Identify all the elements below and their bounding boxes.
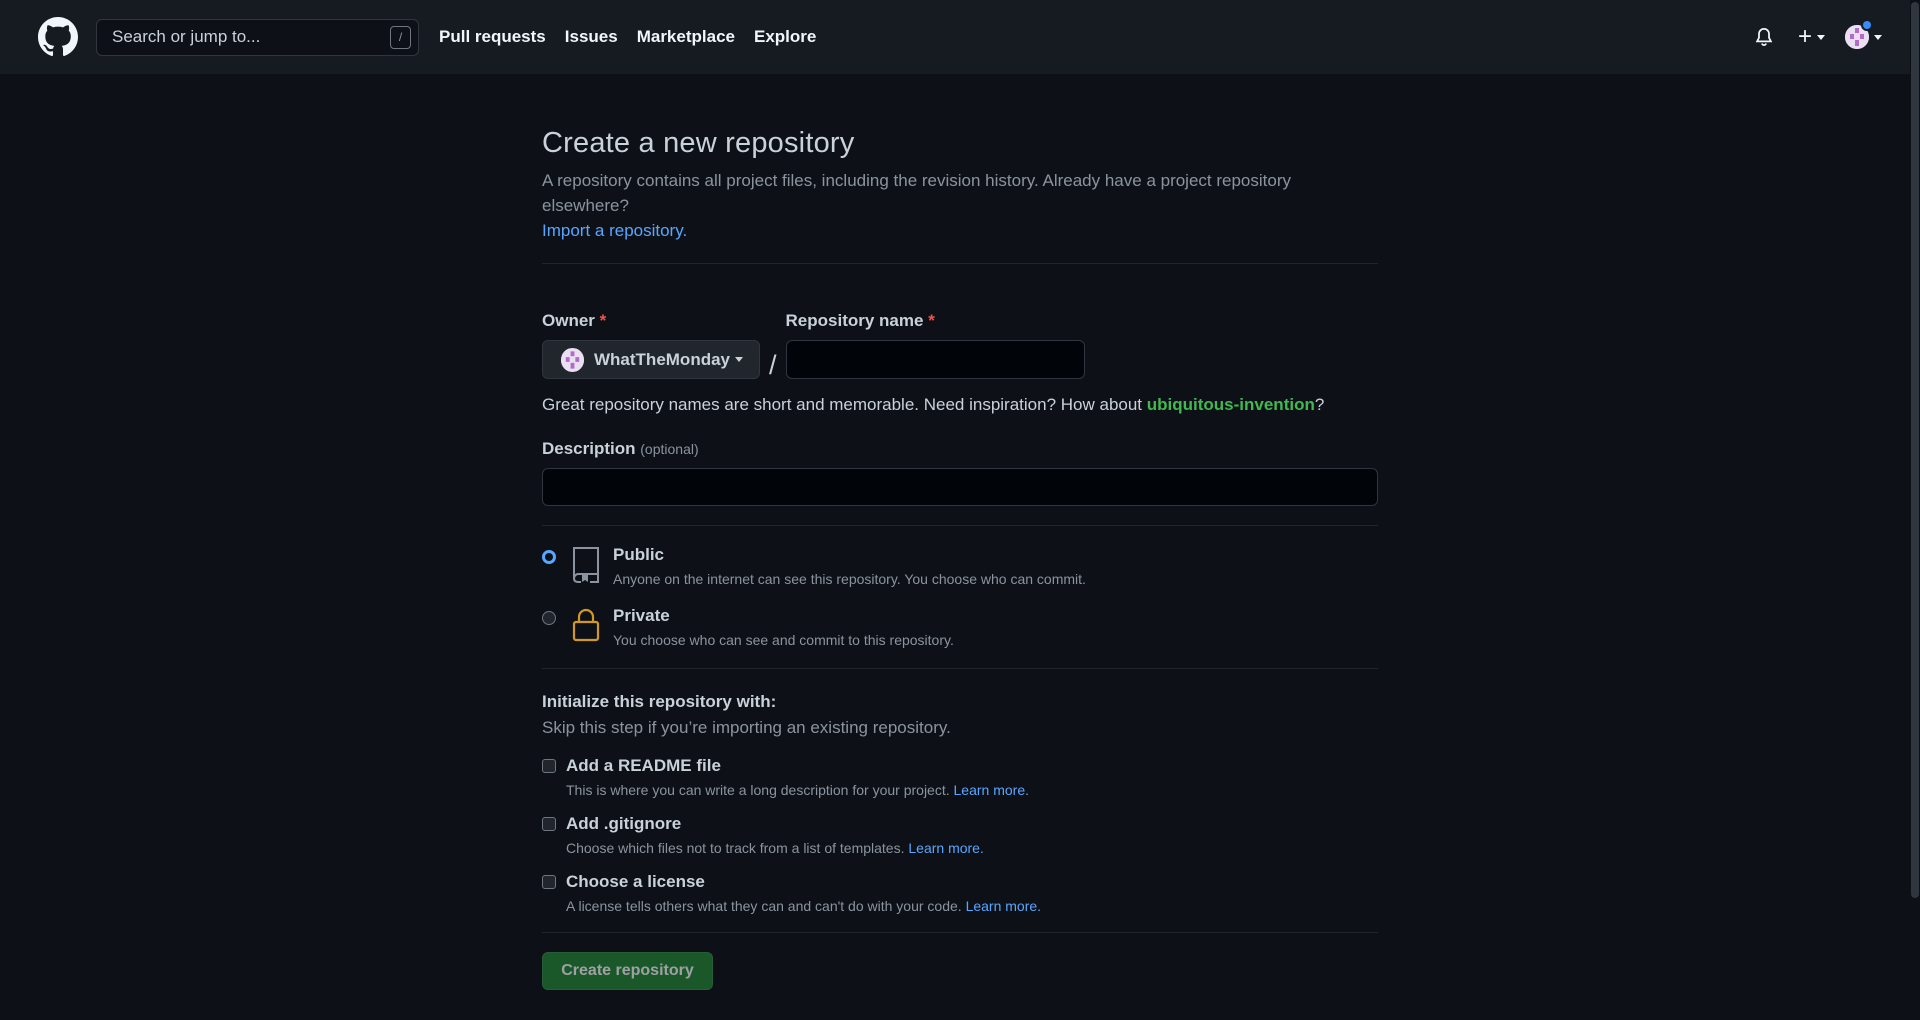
repo-name-label: Repository name *: [785, 311, 935, 330]
readme-text: Add a README file This is where you can …: [566, 756, 1029, 798]
nav-pull-requests[interactable]: Pull requests: [439, 27, 546, 47]
gitignore-checkbox[interactable]: [542, 817, 556, 831]
page-subtitle: A repository contains all project files,…: [542, 168, 1378, 243]
license-desc: A license tells others what they can and…: [566, 898, 1042, 914]
primary-nav: Pull requests Issues Marketplace Explore: [439, 27, 835, 47]
description-label: Description (optional): [542, 439, 699, 458]
divider: [542, 932, 1378, 933]
owner-label: Owner *: [542, 311, 607, 330]
license-option[interactable]: Choose a license A license tells others …: [542, 872, 1378, 914]
gitignore-option[interactable]: Add .gitignore Choose which files not to…: [542, 814, 1378, 856]
search-shortcut-key: /: [390, 25, 411, 49]
private-text: Private You choose who can see and commi…: [613, 606, 954, 648]
chevron-down-icon: [1874, 34, 1882, 40]
owner-name: WhatTheMonday: [594, 349, 730, 369]
bell-icon[interactable]: [1754, 26, 1774, 48]
user-menu[interactable]: [1845, 19, 1882, 49]
chevron-down-icon: [1817, 34, 1825, 40]
initialize-title: Initialize this repository with:: [542, 692, 777, 711]
github-logo-icon[interactable]: [38, 17, 78, 57]
repo-name-hint: Great repository names are short and mem…: [542, 395, 1325, 414]
initialize-subtitle: Skip this step if you’re importing an ex…: [542, 718, 951, 737]
owner-group: Owner * WhatTheMonday: [542, 311, 760, 379]
repo-name-input[interactable]: [785, 340, 1085, 379]
nav-issues[interactable]: Issues: [565, 27, 618, 47]
visibility-public-option[interactable]: Public Anyone on the internet can see th…: [542, 545, 1378, 587]
public-text: Public Anyone on the internet can see th…: [613, 545, 1086, 587]
search-input[interactable]: Search or jump to... /: [96, 18, 419, 56]
license-learn-more-link[interactable]: Learn more.: [966, 898, 1041, 914]
readme-desc: This is where you can write a long descr…: [566, 782, 1029, 798]
repo-name-group: Repository name *: [785, 311, 1085, 379]
chevron-down-icon: [735, 357, 743, 362]
private-desc: You choose who can see and commit to thi…: [613, 632, 954, 648]
public-title: Public: [613, 545, 665, 564]
gitignore-title: Add .gitignore: [566, 814, 682, 833]
private-radio[interactable]: [542, 611, 556, 625]
lock-icon: [572, 608, 600, 642]
create-repository-button[interactable]: Create repository: [542, 952, 713, 990]
public-desc: Anyone on the internet can see this repo…: [613, 571, 1086, 587]
nav-marketplace[interactable]: Marketplace: [637, 27, 735, 47]
readme-checkbox[interactable]: [542, 759, 556, 773]
gitignore-desc: Choose which files not to track from a l…: [566, 840, 984, 856]
scrollbar-thumb[interactable]: [1911, 2, 1919, 898]
page-scrollbar[interactable]: [1910, 0, 1920, 1020]
new-repo-form: Create a new repository A repository con…: [542, 74, 1378, 990]
repo-icon: [573, 547, 599, 583]
plus-icon: +: [1797, 23, 1812, 50]
private-title: Private: [613, 606, 670, 625]
gitignore-learn-more-link[interactable]: Learn more.: [908, 840, 983, 856]
owner-dropdown[interactable]: WhatTheMonday: [542, 340, 760, 379]
owner-repo-row: Owner * WhatTheMonday / Repository name …: [542, 311, 1378, 381]
owner-avatar: [561, 347, 584, 372]
nav-explore[interactable]: Explore: [754, 27, 816, 47]
license-checkbox[interactable]: [542, 875, 556, 889]
subtitle-text: A repository contains all project files,…: [542, 171, 1292, 215]
readme-title: Add a README file: [566, 756, 721, 775]
gitignore-text: Add .gitignore Choose which files not to…: [566, 814, 984, 856]
public-radio[interactable]: [542, 550, 556, 564]
divider: [542, 668, 1378, 669]
license-text: Choose a license A license tells others …: [566, 872, 1041, 914]
import-repo-link[interactable]: Import a repository.: [542, 221, 687, 240]
required-mark: *: [599, 311, 607, 330]
header-actions: +: [1754, 0, 1882, 74]
search-placeholder: Search or jump to...: [112, 27, 261, 46]
required-mark: *: [928, 311, 935, 330]
optional-tag: (optional): [640, 441, 699, 457]
name-suggestion-link[interactable]: ubiquitous-invention: [1147, 395, 1315, 414]
readme-learn-more-link[interactable]: Learn more.: [954, 782, 1029, 798]
page-title: Create a new repository: [542, 127, 855, 159]
license-title: Choose a license: [566, 872, 705, 891]
create-new-menu[interactable]: +: [1798, 23, 1825, 51]
divider: [542, 525, 1378, 526]
owner-repo-separator: /: [769, 350, 777, 380]
readme-option[interactable]: Add a README file This is where you can …: [542, 756, 1378, 798]
notification-dot: [1861, 19, 1873, 31]
description-input[interactable]: [542, 468, 1378, 506]
visibility-private-option[interactable]: Private You choose who can see and commi…: [542, 606, 1378, 648]
global-header: Search or jump to... / Pull requests Iss…: [0, 0, 1920, 74]
divider: [542, 263, 1378, 264]
